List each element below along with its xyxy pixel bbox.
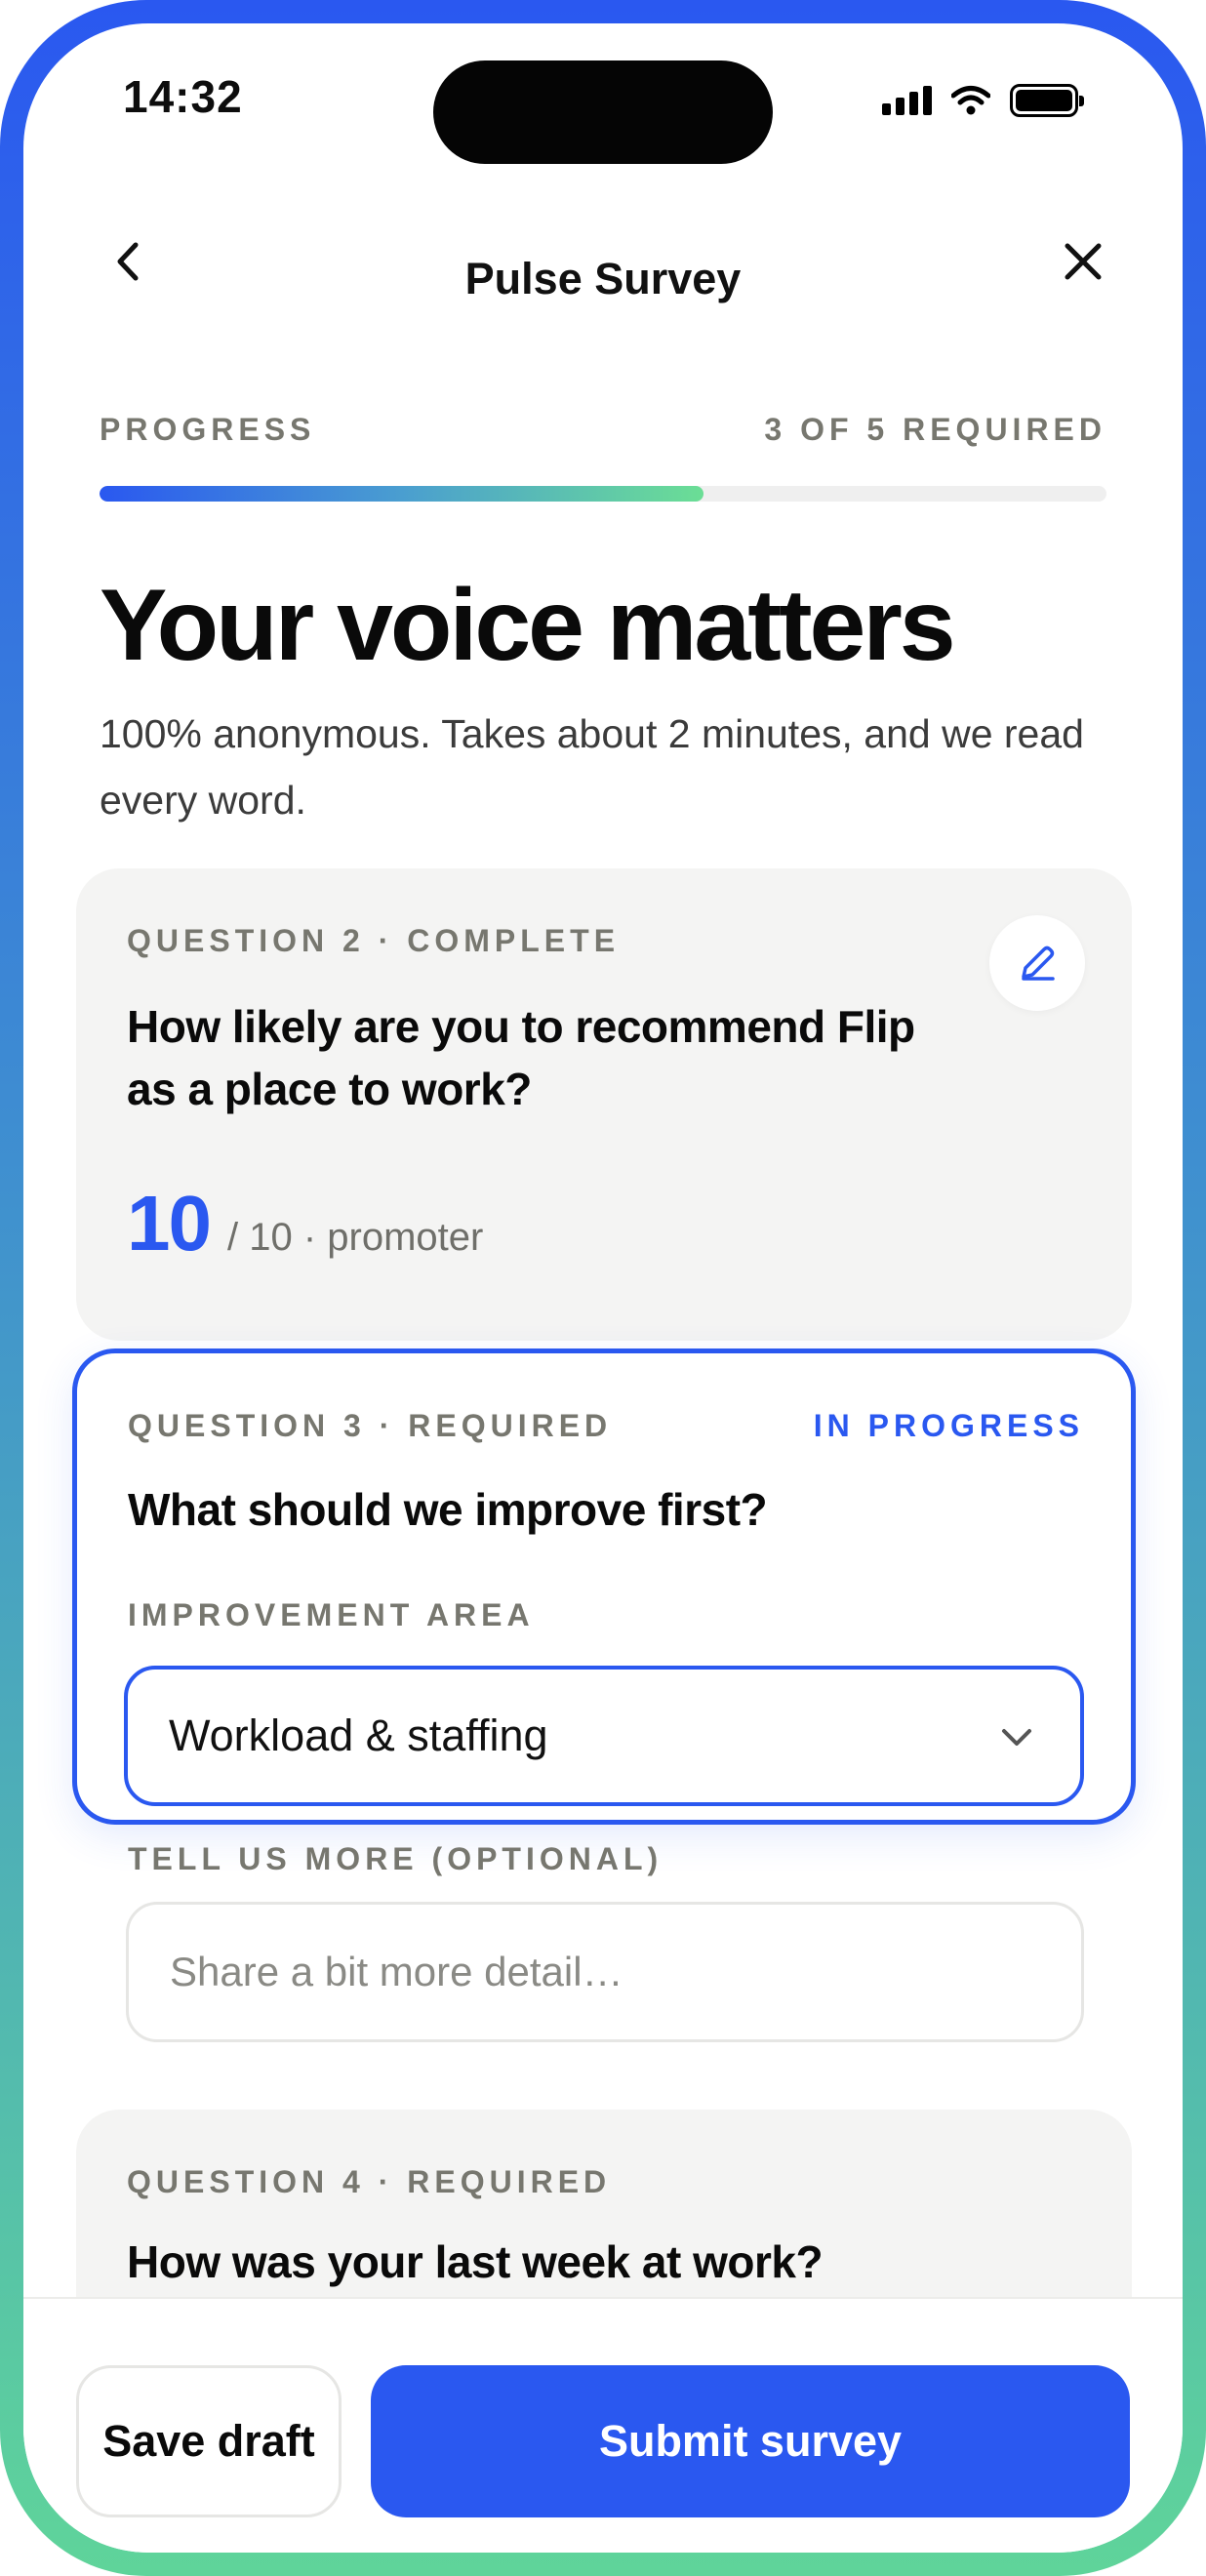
wifi-icon — [951, 86, 990, 115]
question-text: How was your last week at work? — [127, 2236, 824, 2287]
edit-answer-button[interactable] — [989, 915, 1085, 1011]
chevron-down-icon — [1002, 1729, 1031, 1746]
screen: 14:32 Pulse Survey PROGRESS 3 OF 5 REQUI… — [23, 23, 1183, 2553]
question-card-active: QUESTION 3 · REQUIRED IN PROGRESS What s… — [72, 1348, 1136, 2042]
device-frame: 14:32 Pulse Survey PROGRESS 3 OF 5 REQUI… — [0, 0, 1206, 2576]
subtitle: 100% anonymous. Takes about 2 minutes, a… — [100, 711, 1084, 823]
question-label: QUESTION 3 · REQUIRED — [128, 1408, 613, 1443]
question-label: QUESTION 4 · REQUIRED — [127, 2164, 612, 2199]
page-title: Pulse Survey — [464, 254, 742, 303]
improvement-area-select[interactable]: Workload & staffing — [124, 1666, 1084, 1806]
input-placeholder: Share a bit more detail… — [170, 1949, 623, 1994]
close-icon — [1065, 243, 1102, 280]
improvement-area-label: IMPROVEMENT AREA — [128, 1597, 535, 1632]
tell-us-more-label: TELL US MORE (OPTIONAL) — [128, 1841, 663, 1876]
dynamic-island — [433, 60, 773, 164]
status-time: 14:32 — [123, 71, 243, 122]
question-card-complete: QUESTION 2 · COMPLETE How likely are you… — [76, 868, 1132, 1341]
battery-icon — [1010, 84, 1084, 117]
progress-label: PROGRESS — [100, 412, 316, 447]
question-text: What should we improve first? — [128, 1484, 768, 1535]
submit-survey-button[interactable]: Submit survey — [371, 2365, 1130, 2517]
progress-count: 3 OF 5 REQUIRED — [764, 412, 1106, 447]
status-badge: IN PROGRESS — [813, 1408, 1084, 1443]
close-button[interactable] — [1058, 236, 1108, 287]
score-meta: / 10 · promoter — [226, 1216, 484, 1259]
tell-us-more-input[interactable]: Share a bit more detail… — [126, 1902, 1084, 2042]
headline: Your voice matters — [100, 569, 956, 682]
progress-bar — [100, 486, 1106, 502]
bottom-action-bar: Save draft Submit survey — [23, 2297, 1183, 2553]
progress-bar-fill — [100, 486, 704, 502]
question-label: QUESTION 2 · COMPLETE — [127, 923, 621, 958]
signal-icon — [882, 86, 932, 115]
select-value: Workload & staffing — [169, 1711, 548, 1760]
status-icons — [882, 84, 1084, 117]
question-text: How likely are you to recommend Flip as … — [127, 1001, 915, 1114]
pencil-icon — [1022, 946, 1055, 981]
save-draft-button[interactable]: Save draft — [76, 2365, 342, 2517]
score-value: 10 — [127, 1180, 212, 1267]
score-row: 10 / 10 · promoter — [127, 1179, 483, 1268]
